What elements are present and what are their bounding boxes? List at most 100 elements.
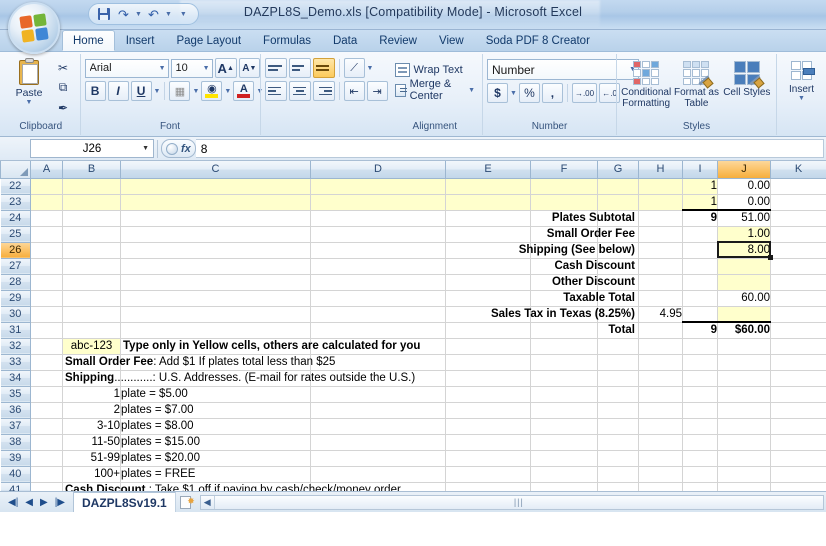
cell-H38[interactable] bbox=[638, 434, 683, 451]
cell-H40[interactable] bbox=[638, 466, 683, 483]
tab-review[interactable]: Review bbox=[368, 30, 428, 51]
cell-G32[interactable] bbox=[597, 338, 639, 355]
orientation-dropdown-icon[interactable]: ▼ bbox=[367, 65, 374, 72]
cell-D23[interactable] bbox=[310, 194, 446, 211]
row-header-25[interactable]: 25 bbox=[0, 226, 31, 243]
align-middle-button[interactable] bbox=[288, 58, 311, 78]
cell-C35[interactable]: plate = $5.00 bbox=[120, 386, 311, 403]
cell-G40[interactable] bbox=[597, 466, 639, 483]
cell-A32[interactable] bbox=[30, 338, 63, 355]
cell-E22[interactable] bbox=[445, 178, 531, 195]
row-header-27[interactable]: 27 bbox=[0, 258, 31, 275]
cell-H34[interactable] bbox=[638, 370, 683, 387]
column-header-j[interactable]: J bbox=[717, 161, 771, 179]
cell-C24[interactable] bbox=[120, 210, 311, 227]
cell-E25[interactable] bbox=[445, 226, 531, 243]
cell-G27[interactable]: Cash Discount bbox=[554, 258, 639, 275]
cut-button[interactable]: ✂ bbox=[54, 59, 72, 76]
cell-C32[interactable]: Type only in Yellow cells, others are ca… bbox=[120, 338, 420, 355]
cell-A33[interactable] bbox=[30, 354, 63, 371]
tab-formulas[interactable]: Formulas bbox=[252, 30, 322, 51]
tab-home[interactable]: Home bbox=[62, 30, 115, 51]
cell-styles-button[interactable]: Cell Styles bbox=[722, 58, 772, 98]
first-sheet-button[interactable]: ◀| bbox=[8, 497, 18, 508]
cell-C31[interactable] bbox=[120, 322, 311, 339]
align-center-button[interactable] bbox=[288, 81, 311, 101]
cell-J28[interactable] bbox=[717, 274, 771, 291]
cell-A38[interactable] bbox=[30, 434, 63, 451]
cell-A31[interactable] bbox=[30, 322, 63, 339]
cell-A40[interactable] bbox=[30, 466, 63, 483]
column-header-b[interactable]: B bbox=[62, 161, 121, 179]
cell-A24[interactable] bbox=[30, 210, 63, 227]
cell-I26[interactable] bbox=[682, 242, 718, 259]
cell-A26[interactable] bbox=[30, 242, 63, 259]
cell-G30[interactable]: Sales Tax in Texas (8.25%) bbox=[491, 306, 639, 323]
tab-soda-pdf-creator[interactable]: Soda PDF 8 Creator bbox=[475, 30, 601, 51]
cell-G37[interactable] bbox=[597, 418, 639, 435]
accounting-format-button[interactable]: $ bbox=[487, 83, 508, 103]
cell-H31[interactable] bbox=[638, 322, 683, 339]
cell-J36[interactable] bbox=[717, 402, 771, 419]
column-header-g[interactable]: G bbox=[597, 161, 639, 179]
cell-E31[interactable] bbox=[445, 322, 531, 339]
cell-F35[interactable] bbox=[530, 386, 598, 403]
cell-F34[interactable] bbox=[530, 370, 598, 387]
cell-J30[interactable] bbox=[717, 306, 771, 323]
cell-K30[interactable] bbox=[770, 306, 826, 323]
cell-D31[interactable] bbox=[310, 322, 446, 339]
insert-worksheet-button[interactable]: ✸ bbox=[176, 493, 196, 511]
cell-C39[interactable]: plates = $20.00 bbox=[120, 450, 311, 467]
column-header-d[interactable]: D bbox=[310, 161, 446, 179]
cell-H39[interactable] bbox=[638, 450, 683, 467]
underline-button[interactable]: U bbox=[130, 81, 152, 101]
cell-B28[interactable] bbox=[62, 274, 121, 291]
increase-indent-button[interactable]: ⇥ bbox=[366, 81, 388, 101]
cell-I30[interactable] bbox=[682, 306, 718, 323]
cell-F40[interactable] bbox=[530, 466, 598, 483]
last-sheet-button[interactable]: |▶ bbox=[55, 497, 65, 508]
cell-J29[interactable]: 60.00 bbox=[717, 290, 771, 307]
cell-C29[interactable] bbox=[120, 290, 311, 307]
cell-C22[interactable] bbox=[120, 178, 311, 195]
cell-H32[interactable] bbox=[638, 338, 683, 355]
cell-H33[interactable] bbox=[638, 354, 683, 371]
cell-J41[interactable] bbox=[717, 482, 771, 491]
cell-K22[interactable] bbox=[770, 178, 826, 195]
cell-H30[interactable]: 4.95 bbox=[638, 306, 683, 323]
cell-B33[interactable]: Small Order Fee: Add $1 If plates total … bbox=[62, 354, 335, 371]
cell-K25[interactable] bbox=[770, 226, 826, 243]
cell-I23[interactable]: 1 bbox=[682, 194, 718, 211]
cell-B40[interactable]: 100+ bbox=[62, 466, 121, 483]
cell-D36[interactable] bbox=[310, 402, 446, 419]
cell-E34[interactable] bbox=[445, 370, 531, 387]
cell-G41[interactable] bbox=[597, 482, 639, 491]
cell-E33[interactable] bbox=[445, 354, 531, 371]
tab-view[interactable]: View bbox=[428, 30, 475, 51]
cell-A36[interactable] bbox=[30, 402, 63, 419]
cell-H36[interactable] bbox=[638, 402, 683, 419]
row-header-41[interactable]: 41 bbox=[0, 482, 31, 491]
cell-B35[interactable]: 1 bbox=[62, 386, 121, 403]
cell-D37[interactable] bbox=[310, 418, 446, 435]
align-right-button[interactable] bbox=[312, 81, 335, 101]
orientation-button[interactable]: ⟋ bbox=[343, 58, 365, 78]
spreadsheet-grid[interactable]: A B C D E F G H I J K 22 1 0.00 23 1 0.00 24 Pl… bbox=[0, 161, 826, 491]
cell-I36[interactable] bbox=[682, 402, 718, 419]
scroll-left-button[interactable]: ◀ bbox=[200, 495, 215, 509]
horizontal-scrollbar[interactable]: ◀ ||| bbox=[199, 494, 824, 510]
cell-A37[interactable] bbox=[30, 418, 63, 435]
cell-J35[interactable] bbox=[717, 386, 771, 403]
cell-F41[interactable] bbox=[530, 482, 598, 491]
cell-K39[interactable] bbox=[770, 450, 826, 467]
cell-C30[interactable] bbox=[120, 306, 311, 323]
cell-H29[interactable] bbox=[638, 290, 683, 307]
column-header-f[interactable]: F bbox=[530, 161, 598, 179]
cell-I33[interactable] bbox=[682, 354, 718, 371]
cell-K37[interactable] bbox=[770, 418, 826, 435]
cell-H41[interactable] bbox=[638, 482, 683, 491]
cell-B23[interactable] bbox=[62, 194, 121, 211]
cell-K28[interactable] bbox=[770, 274, 826, 291]
paste-dropdown-icon[interactable]: ▼ bbox=[26, 99, 33, 106]
row-header-23[interactable]: 23 bbox=[0, 194, 31, 211]
